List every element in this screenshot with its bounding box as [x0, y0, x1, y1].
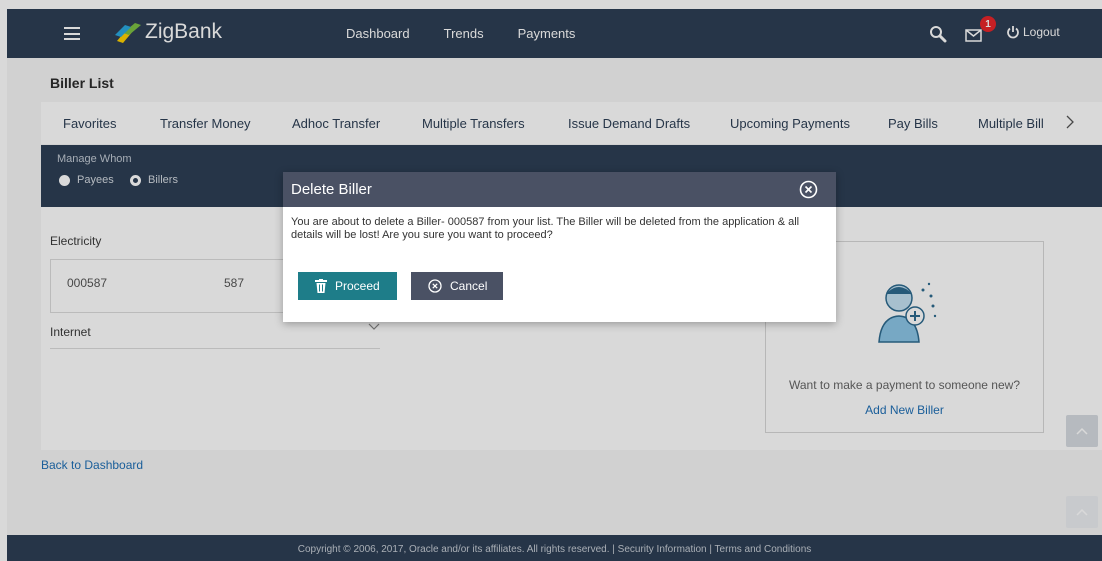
- cancel-circle-icon: [428, 279, 442, 293]
- cancel-label: Cancel: [450, 279, 488, 293]
- delete-biller-dialog: Delete Biller You are about to delete a …: [283, 172, 836, 322]
- proceed-button[interactable]: Proceed: [298, 272, 397, 300]
- cancel-button[interactable]: Cancel: [411, 272, 503, 300]
- dialog-message: You are about to delete a Biller- 000587…: [291, 216, 800, 241]
- dialog-title: Delete Biller: [291, 181, 372, 198]
- proceed-label: Proceed: [335, 279, 380, 293]
- close-icon[interactable]: [799, 180, 818, 199]
- trash-icon: [315, 279, 327, 293]
- dialog-header: Delete Biller: [283, 172, 836, 207]
